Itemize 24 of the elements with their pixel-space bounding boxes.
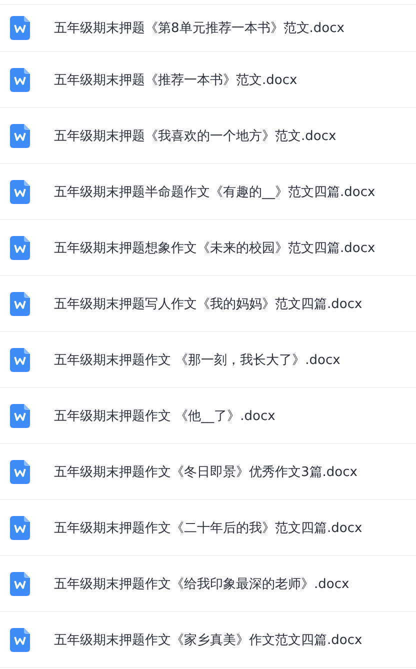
word-document-icon bbox=[10, 16, 30, 40]
file-name[interactable]: 五年级期末押题作文 《他__了》.docx bbox=[54, 406, 276, 424]
word-document-icon bbox=[10, 404, 30, 428]
file-name[interactable]: 五年级期末押题作文《家乡真美》作文范文四篇.docx bbox=[54, 630, 362, 648]
file-name[interactable]: 五年级期末押题作文《冬日即景》优秀作文3篇.docx bbox=[54, 462, 358, 480]
word-document-icon bbox=[10, 124, 30, 148]
word-document-icon bbox=[10, 628, 30, 652]
word-document-icon bbox=[10, 572, 30, 596]
file-name[interactable]: 五年级期末押题想象作文《未来的校园》范文四篇.docx bbox=[54, 238, 376, 256]
word-document-icon bbox=[10, 460, 30, 484]
file-name[interactable]: 五年级期末押题《第8单元推荐一本书》范文.docx bbox=[54, 19, 344, 37]
word-document-icon bbox=[10, 292, 30, 316]
file-name[interactable]: 五年级期末押题作文《给我印象最深的老师》.docx bbox=[54, 574, 350, 592]
file-name[interactable]: 五年级期末押题《推荐一本书》范文.docx bbox=[54, 70, 298, 88]
file-name[interactable]: 五年级期末押题《我喜欢的一个地方》范文.docx bbox=[54, 126, 336, 144]
word-document-icon bbox=[10, 180, 30, 204]
word-document-icon bbox=[10, 68, 30, 92]
file-name[interactable]: 五年级期末押题半命题作文《有趣的__》范文四篇.docx bbox=[54, 182, 376, 200]
file-name[interactable]: 五年级期末押题写人作文《我的妈妈》范文四篇.docx bbox=[54, 294, 362, 312]
word-document-icon bbox=[10, 516, 30, 540]
file-name[interactable]: 五年级期末押题作文 《那一刻，我长大了》.docx bbox=[54, 350, 340, 368]
word-document-icon bbox=[10, 348, 30, 372]
file-name[interactable]: 五年级期末押题作文《二十年后的我》范文四篇.docx bbox=[54, 518, 362, 536]
word-document-icon bbox=[10, 236, 30, 260]
